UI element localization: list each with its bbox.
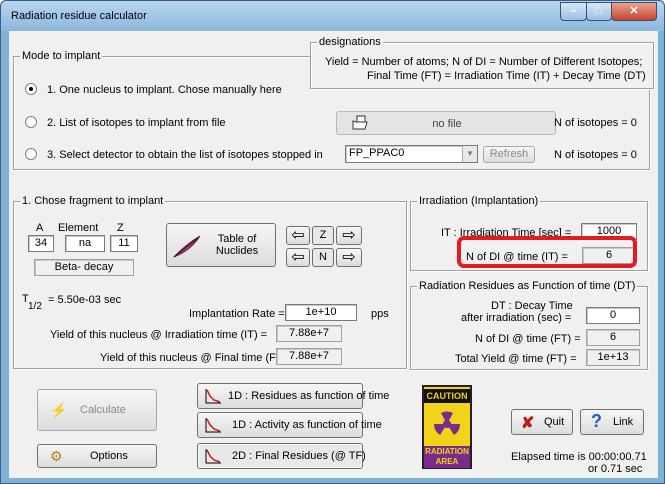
- arrow-left-icon: ⇦: [291, 249, 305, 266]
- quit-button[interactable]: ✘ Quit: [511, 409, 573, 435]
- yield-ft-label: Yield of this nucleus @ Final time (FT) …: [100, 352, 296, 364]
- yield-it-label: Yield of this nucleus @ Irradiation time…: [50, 329, 268, 341]
- final-2d-label: 2D : Final Residues (@ TF): [232, 450, 366, 462]
- elapsed-time-line-2: or 0.71 sec: [588, 463, 643, 475]
- radiation-trefoil-icon: [433, 411, 461, 435]
- z-axis-button[interactable]: Z: [312, 226, 334, 245]
- table-of-nuclides-button[interactable]: Table of Nuclides: [166, 223, 276, 267]
- feather-icon: [173, 235, 201, 258]
- final-2d-button[interactable]: 2D : Final Residues (@ TF): [197, 443, 366, 469]
- implantation-rate-input[interactable]: 1e+10: [285, 304, 357, 321]
- decay-time-input[interactable]: 0: [586, 307, 640, 324]
- z-increase-button[interactable]: ⇨: [336, 226, 362, 245]
- calculate-button[interactable]: ⚡ Calculate: [37, 389, 157, 431]
- file-select-label: no file: [432, 118, 462, 130]
- residues-legend: Radiation Residues as Function of time (…: [417, 280, 638, 293]
- highlight-box: [457, 236, 637, 268]
- link-label: Link: [613, 416, 634, 428]
- arrow-right-icon: ⇨: [342, 249, 356, 266]
- chart-icon: [205, 418, 221, 433]
- detector-select-value: FP_PPAC0: [349, 147, 405, 159]
- table-of-nuclides-label: Table of Nuclides: [215, 233, 259, 257]
- mode-option-1-radio[interactable]: [25, 83, 37, 95]
- n-axis-button[interactable]: N: [312, 248, 334, 267]
- help-icon: ?: [591, 411, 602, 431]
- implantation-rate-unit: pps: [371, 308, 389, 320]
- a-input[interactable]: 34: [28, 235, 54, 252]
- n-increase-button[interactable]: ⇨: [336, 248, 362, 267]
- options-button[interactable]: ⚙ Options: [37, 444, 157, 468]
- z-label: Z: [117, 222, 124, 234]
- chart-icon: [205, 449, 221, 464]
- implantation-rate-label: Implantation Rate =: [189, 308, 285, 320]
- app-window: Radiation residue calculator – □ ✕ Mode …: [0, 0, 665, 484]
- designations-line-1: Yield = Number of atoms; N of DI = Numbe…: [325, 56, 643, 68]
- element-input[interactable]: na: [65, 235, 105, 252]
- detector-select[interactable]: FP_PPAC0 ▼: [345, 145, 478, 163]
- caution-sign: CAUTION RADIATION AREA: [422, 385, 472, 469]
- close-icon: ✘: [521, 415, 535, 432]
- mode-legend: Mode to implant: [20, 50, 103, 63]
- residues-1d-button[interactable]: 1D : Residues as function of time: [197, 383, 389, 409]
- quit-label: Quit: [544, 416, 565, 428]
- designations-group: designations Yield = Number of atoms; N …: [310, 36, 654, 89]
- residues-ndi-value: 6: [586, 329, 640, 346]
- decay-mode-display: Beta- decay: [34, 259, 134, 276]
- calculate-icon: ⚡: [50, 402, 68, 418]
- residues-1d-label: 1D : Residues as function of time: [228, 390, 390, 402]
- total-yield-label: Total Yield @ time (FT) =: [455, 353, 577, 365]
- link-button[interactable]: ? Link: [580, 409, 644, 435]
- yield-it-value: 7.88e+7: [276, 325, 342, 342]
- z-decrease-button[interactable]: ⇦: [286, 226, 310, 245]
- window-title: Radiation residue calculator: [11, 10, 147, 22]
- gears-icon: ⚙: [50, 448, 63, 464]
- designations-line-2: Final Time (FT) = Irradiation Time (IT) …: [367, 70, 646, 82]
- activity-1d-label: 1D : Activity as function of time: [232, 419, 382, 431]
- fragment-group: 1. Chose fragment to implant A Element Z…: [13, 195, 407, 369]
- calculate-label: Calculate: [80, 404, 126, 416]
- n-decrease-button[interactable]: ⇦: [286, 248, 310, 267]
- total-yield-value: 1e+13: [586, 349, 640, 366]
- a-label: A: [36, 222, 44, 234]
- file-select-button[interactable]: no file: [336, 111, 556, 135]
- residues-group: Radiation Residues as Function of time (…: [410, 280, 648, 370]
- client-area: Mode to implant 1. One nucleus to implan…: [9, 31, 658, 478]
- options-label: Options: [90, 450, 128, 462]
- half-life-value: = 5.50e-03 sec: [48, 294, 122, 306]
- title-bar[interactable]: Radiation residue calculator – □ ✕: [1, 1, 664, 31]
- caution-bottom-text: RADIATION AREA: [424, 446, 470, 468]
- residues-ndi-label: N of DI @ time (FT) =: [475, 333, 581, 345]
- minimize-button[interactable]: –: [560, 2, 587, 21]
- mode-option-3-radio[interactable]: [25, 148, 37, 160]
- mode-option-3-label[interactable]: 3. Select detector to obtain the list of…: [47, 149, 323, 162]
- maximize-button[interactable]: □: [586, 2, 612, 21]
- designations-legend: designations: [317, 36, 383, 49]
- mode-option-2-label[interactable]: 2. List of isotopes to implant from file: [47, 117, 226, 130]
- z-input[interactable]: 11: [110, 235, 138, 252]
- caution-top-text: CAUTION: [424, 389, 470, 403]
- arrow-right-icon: ⇨: [342, 227, 356, 244]
- activity-1d-button[interactable]: 1D : Activity as function of time: [197, 412, 382, 438]
- n-isotopes-detector: N of isotopes = 0: [554, 149, 637, 161]
- arrow-left-icon: ⇦: [291, 227, 305, 244]
- fragment-legend: 1. Chose fragment to implant: [20, 195, 166, 208]
- element-label: Element: [58, 222, 99, 234]
- half-life-subscript: 1/2: [28, 301, 42, 312]
- yield-ft-value: 7.88e+7: [276, 348, 342, 365]
- mode-option-1-label[interactable]: 1. One nucleus to implant. Chose manuall…: [47, 84, 282, 97]
- irradiation-legend: Irradiation (Implantation): [417, 195, 541, 208]
- refresh-button[interactable]: Refresh: [483, 146, 535, 163]
- mode-option-2-radio[interactable]: [25, 116, 37, 128]
- chevron-down-icon[interactable]: ▼: [462, 146, 477, 162]
- chart-icon: [205, 389, 221, 404]
- n-isotopes-file: N of isotopes = 0: [554, 117, 637, 129]
- decay-time-label-2: after irradiation (sec) =: [461, 312, 572, 324]
- close-button[interactable]: ✕: [611, 2, 657, 21]
